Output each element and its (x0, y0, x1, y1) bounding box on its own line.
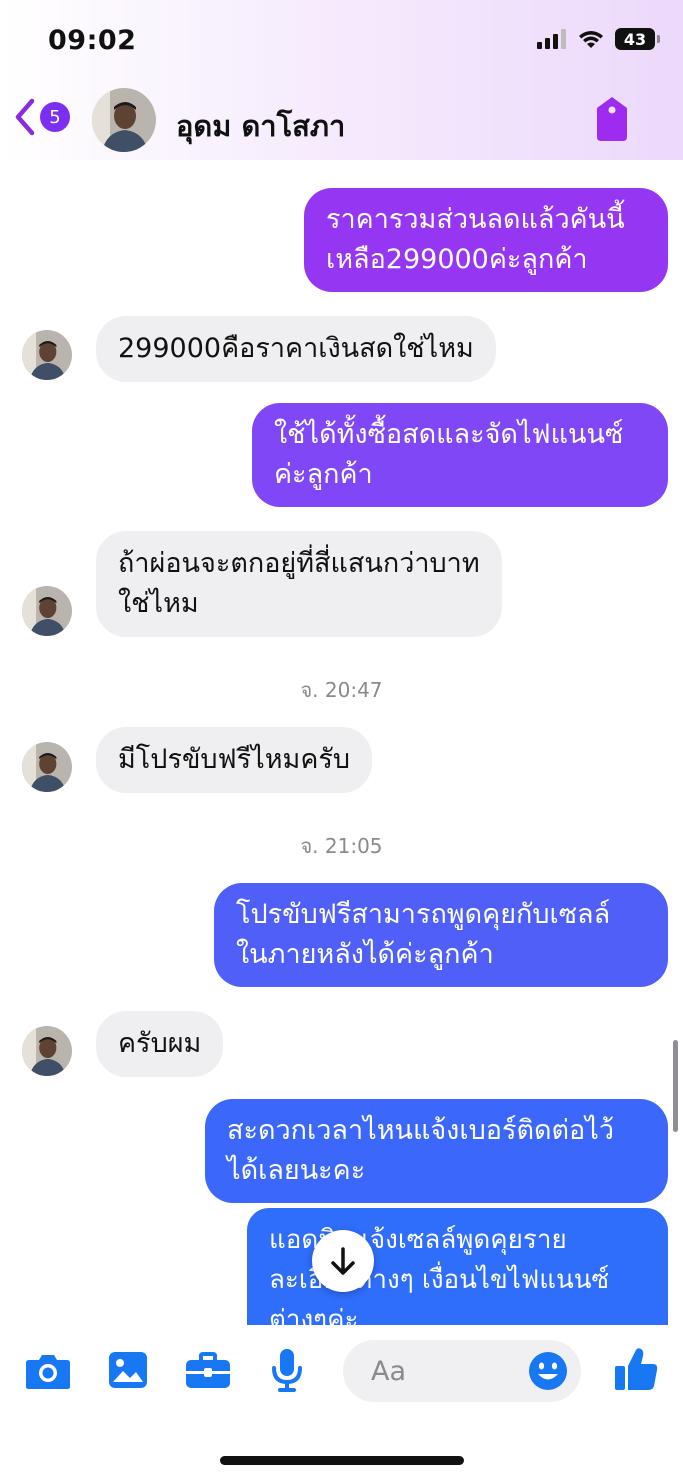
message-bubble-incoming[interactable]: ครับผม (96, 1011, 224, 1077)
scrollbar[interactable] (673, 1040, 678, 1132)
message-bubble-incoming[interactable]: ถ้าผ่อนจะตกอยู่ที่สี่แสนกว่าบาท ใช่ไหม (96, 531, 502, 637)
chat-header: 09:02 43 5 อุดม ดาโสภา (0, 0, 683, 160)
signal-icon (537, 29, 566, 49)
status-icons: 43 (537, 28, 660, 50)
emoji-button[interactable] (528, 1351, 568, 1395)
voice-button[interactable] (270, 1348, 304, 1396)
message-bubble-incoming[interactable]: 299000คือราคาเงินสดใช่ไหม (96, 316, 496, 382)
like-button[interactable] (614, 1346, 658, 1396)
camera-icon (26, 1355, 70, 1389)
message-bubble-outgoing[interactable]: สะดวกเวลาไหนแจ้งเบอร์ติดต่อไว้ ได้เลยนะค… (205, 1099, 668, 1203)
message-bubble-outgoing[interactable]: ใช้ได้ทั้งซื้อสดและจัดไฟแนนซ์ ค่ะลูกค้า (252, 403, 668, 507)
thumbs-up-icon (615, 1348, 658, 1390)
gallery-button[interactable] (107, 1350, 149, 1394)
message-bubble-incoming[interactable]: มีโปรขับฟรีไหมครับ (96, 727, 373, 793)
contact-avatar-small[interactable] (22, 586, 72, 636)
back-chevron-icon (15, 98, 35, 136)
image-icon (109, 1352, 147, 1388)
scroll-to-bottom-button[interactable] (312, 1230, 374, 1292)
tag-button[interactable] (594, 96, 630, 146)
contact-avatar[interactable] (92, 88, 156, 152)
arrow-down-icon (331, 1247, 355, 1275)
contact-avatar-small[interactable] (22, 330, 72, 380)
back-button[interactable]: 5 (14, 98, 70, 136)
emoji-icon (529, 1352, 567, 1390)
message-bubble-outgoing[interactable]: แอดมินแจ้งเซลล์พูดคุยราย ละเอียดต่างๆ เง… (247, 1208, 668, 1325)
message-timestamp: จ. 20:47 (300, 678, 383, 702)
toolbox-icon (186, 1352, 230, 1388)
home-indicator (220, 1456, 464, 1465)
microphone-icon (272, 1349, 302, 1392)
toolbox-button[interactable] (185, 1352, 231, 1394)
message-bubble-outgoing[interactable]: โปรขับฟรีสามารถพูดคุยกับเซลล์ ในภายหลังไ… (214, 883, 668, 987)
battery-indicator: 43 (615, 28, 660, 50)
status-time: 09:02 (48, 25, 137, 56)
message-timestamp: จ. 21:05 (300, 834, 383, 858)
wifi-icon (579, 31, 603, 48)
contact-name[interactable]: อุดม ดาโสภา (176, 103, 345, 149)
message-bubble-outgoing[interactable]: ราคารวมส่วนลดแล้วคันนี้ เหลือ299000ค่ะลู… (304, 188, 668, 292)
unread-count-badge: 5 (40, 102, 70, 132)
contact-avatar-small[interactable] (22, 1026, 72, 1076)
contact-avatar-small[interactable] (22, 742, 72, 792)
message-list[interactable]: ราคารวมส่วนลดแล้วคันนี้ เหลือ299000ค่ะลู… (0, 160, 683, 1325)
camera-button[interactable] (25, 1352, 71, 1394)
tag-icon (597, 97, 627, 141)
